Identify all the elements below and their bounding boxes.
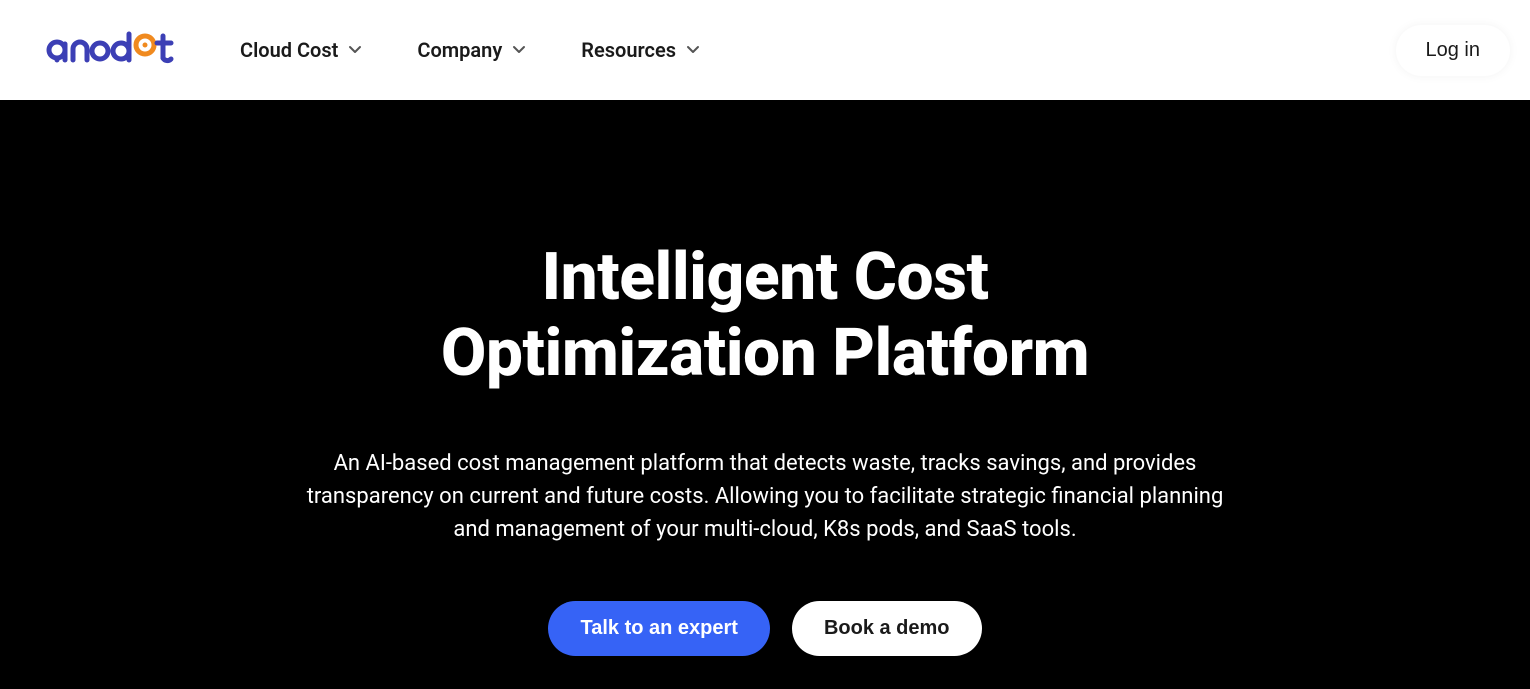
hero-cta-group: Talk to an expert Book a demo — [548, 601, 981, 656]
hero-title: Intelligent Cost Optimization Platform — [441, 240, 1089, 392]
chevron-down-icon — [348, 43, 362, 57]
talk-to-expert-button[interactable]: Talk to an expert — [548, 601, 769, 656]
nav-item-label: Resources — [581, 38, 676, 62]
nav-item-cloud-cost[interactable]: Cloud Cost — [240, 38, 362, 62]
chevron-down-icon — [686, 43, 700, 57]
hero-section: Intelligent Cost Optimization Platform A… — [0, 100, 1530, 689]
nav-item-resources[interactable]: Resources — [581, 38, 700, 62]
hero-title-line2: Optimization Platform — [441, 315, 1089, 392]
hero-title-line1: Intelligent Cost — [541, 239, 988, 316]
login-button[interactable]: Log in — [1396, 25, 1511, 76]
hero-subtitle: An AI-based cost management platform tha… — [305, 447, 1225, 546]
brand-logo[interactable] — [45, 30, 185, 70]
book-demo-button[interactable]: Book a demo — [792, 601, 982, 656]
nav-item-company[interactable]: Company — [417, 38, 526, 62]
chevron-down-icon — [512, 43, 526, 57]
nav-item-label: Company — [417, 38, 502, 62]
nav-item-label: Cloud Cost — [240, 38, 338, 62]
brand-logo-svg — [45, 30, 185, 70]
navbar: Cloud Cost Company Resources Log in — [0, 0, 1530, 100]
primary-nav: Cloud Cost Company Resources — [240, 38, 700, 62]
